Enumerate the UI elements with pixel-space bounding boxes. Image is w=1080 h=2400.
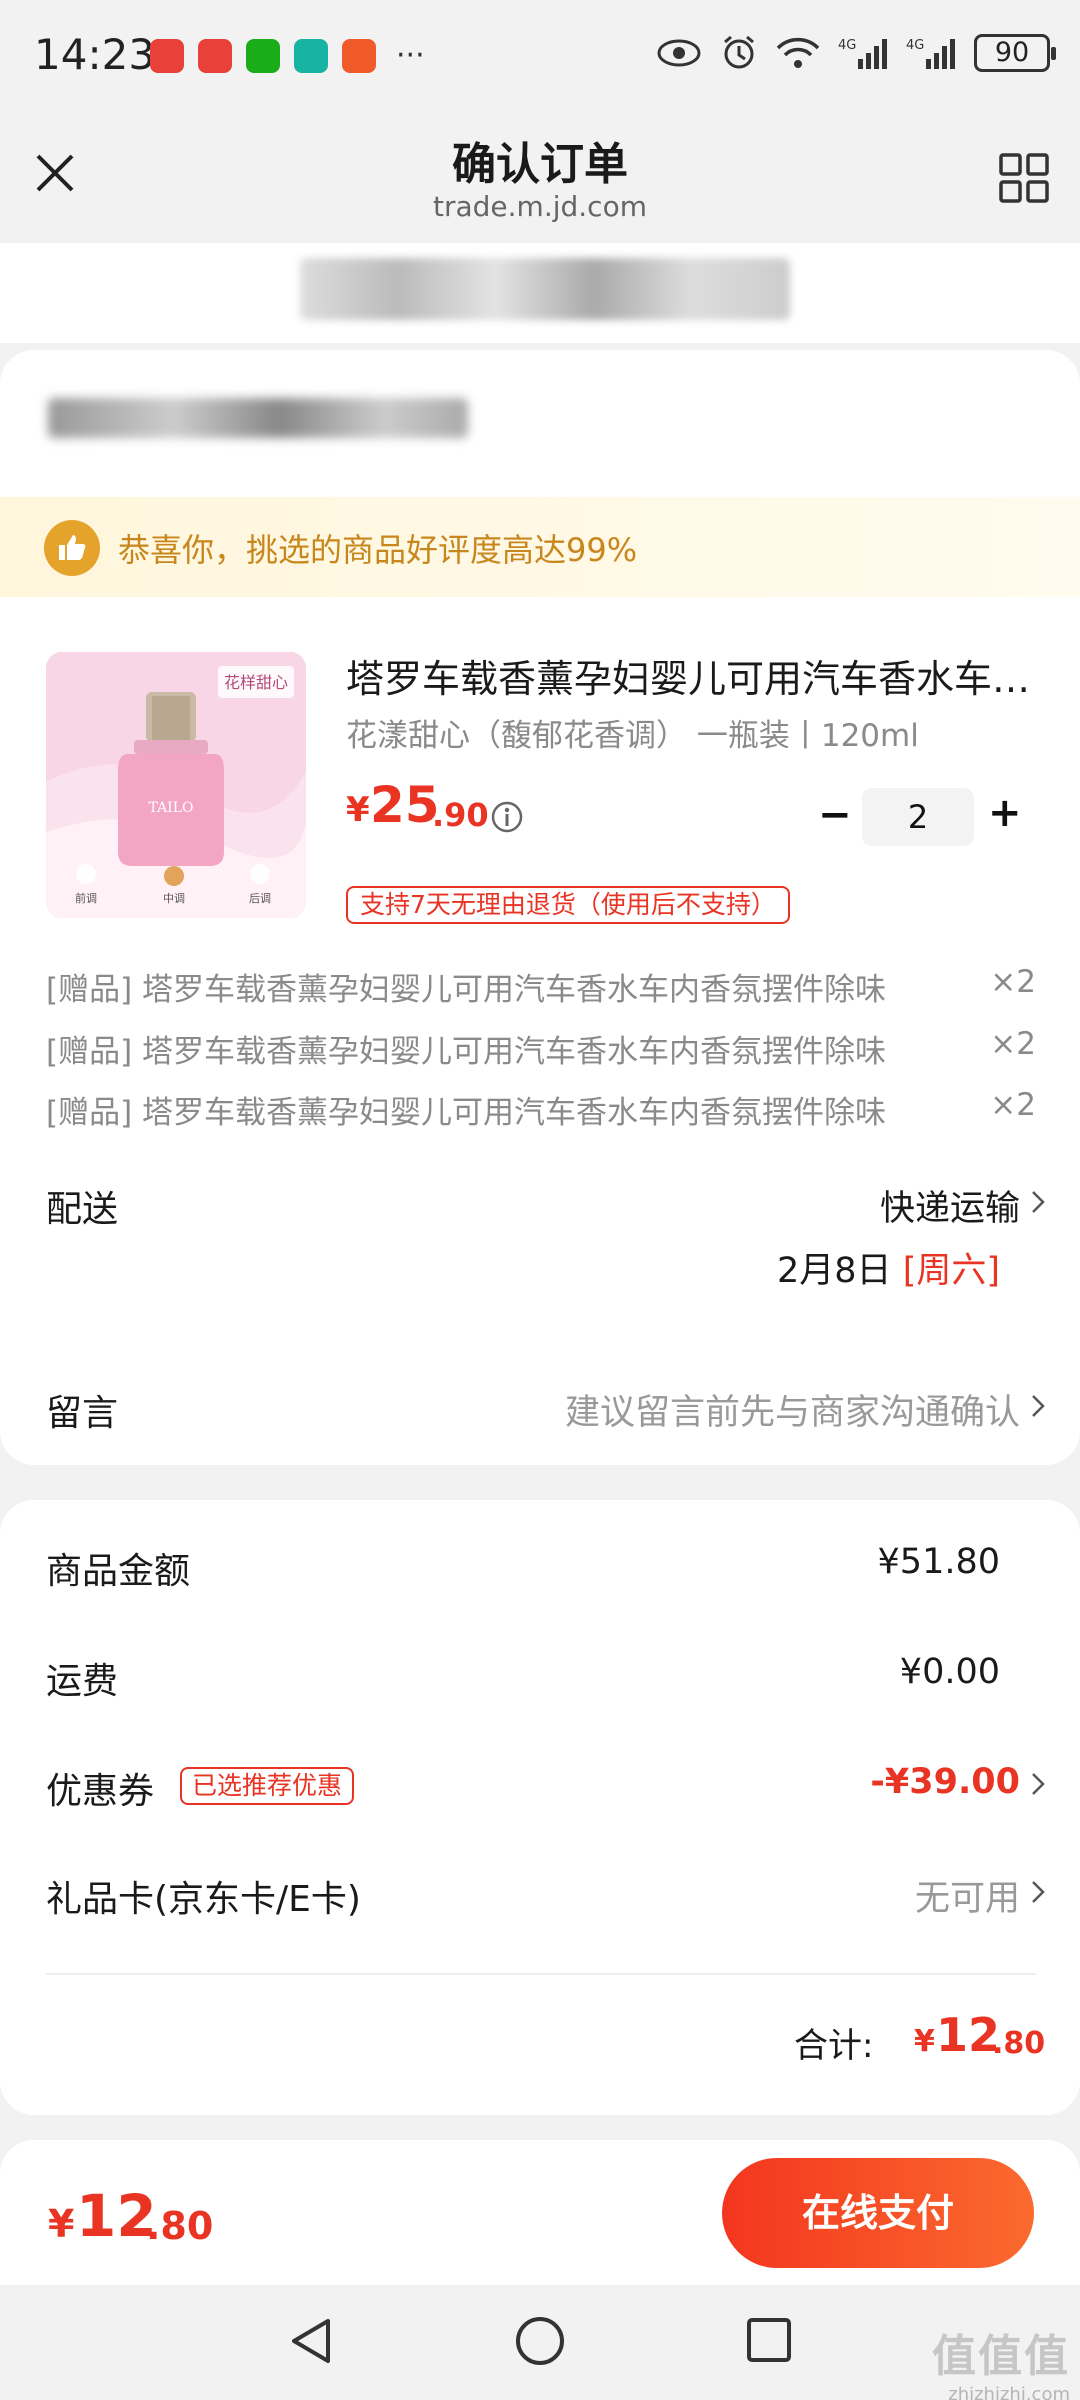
product-spec[interactable]: 花漾甜心（馥郁花香调） 一瓶装丨120ml — [346, 710, 919, 755]
recent-apps-icon[interactable] — [746, 2317, 792, 2363]
total-label: 合计: — [794, 2026, 874, 2066]
price-decimal: .90 — [432, 796, 489, 834]
gift-card-label: 礼品卡(京东卡/E卡) — [46, 1879, 361, 1920]
gift-item-qty: ×2 — [990, 1026, 1036, 1062]
gift-card-value[interactable]: 无可用 — [915, 1870, 1020, 1921]
mi-app-icon — [294, 38, 328, 73]
delivery-label: 配送 — [46, 1189, 119, 1230]
wechat-icon — [246, 38, 280, 73]
notification-app-icons: ··· — [150, 38, 425, 73]
divider — [46, 1973, 1036, 1975]
huawei-store-icon — [198, 38, 232, 73]
pay-bar: ¥ 12 .80 在线支付 — [0, 2140, 1080, 2285]
remark-label: 留言 — [46, 1393, 119, 1434]
promo-app-icon — [342, 38, 376, 73]
signal-4g-icon: 4G — [838, 38, 887, 69]
gift-item-qty: ×2 — [990, 1087, 1036, 1123]
delivery-date-text: 2月8日 — [777, 1251, 892, 1291]
shipping-fee-label: 运费 — [46, 1661, 119, 1702]
nav-bar: 确认订单 trade.m.jd.com — [0, 118, 1080, 243]
product-image[interactable]: 花样甜心 TAILO 前调 中调 后调 — [46, 652, 306, 918]
product-title[interactable]: 塔罗车载香薰孕妇婴儿可用汽车香水车内香氛摆件除味 — [346, 648, 1036, 703]
remark-input[interactable]: 建议留言前先与商家沟通确认 — [565, 1384, 1020, 1435]
chevron-right-icon[interactable] — [1030, 1770, 1046, 1798]
praise-banner: 恭喜你，挑选的商品好评度高达99% — [0, 497, 1080, 597]
wifi-icon — [776, 37, 820, 68]
svg-text:4G: 4G — [838, 38, 856, 53]
product-image-note-middle: 中调 — [163, 892, 185, 905]
gift-item-qty: ×2 — [990, 964, 1036, 1000]
price-symbol: ¥ — [346, 790, 370, 830]
thumbs-up-icon — [44, 520, 100, 576]
return-policy-badge: 支持7天无理由退货（使用后不支持） — [346, 886, 790, 924]
chevron-right-icon[interactable] — [1030, 1188, 1046, 1216]
pay-integer: 12 — [76, 2182, 157, 2250]
gift-item: [赠品] 塔罗车载香薰孕妇婴儿可用汽车香水车内香氛摆件除味 ×2 — [46, 964, 1036, 1008]
page-url: trade.m.jd.com — [433, 190, 647, 223]
watermark: 值值值 zhizhizhi.com — [932, 2320, 1070, 2400]
watermark-text: 值值值 — [932, 2331, 1070, 2382]
quantity-input[interactable]: 2 — [862, 788, 974, 846]
gift-item: [赠品] 塔罗车载香薰孕妇婴儿可用汽车香水车内香氛摆件除味 ×2 — [46, 1087, 1036, 1131]
product-image-note-base: 后调 — [249, 892, 271, 905]
pay-online-button[interactable]: 在线支付 — [722, 2158, 1034, 2268]
total-integer: 12 — [936, 2008, 1001, 2062]
quantity-minus-button[interactable]: − — [818, 795, 852, 835]
alarm-icon — [724, 35, 754, 69]
delivery-method[interactable]: 快递运输 — [880, 1180, 1020, 1231]
pay-symbol: ¥ — [48, 2202, 75, 2246]
delivery-date[interactable]: 2月8日 [周六] — [777, 1242, 1000, 1293]
home-icon[interactable] — [514, 2315, 566, 2367]
price-summary-card: 商品金额 ¥51.80 运费 ¥0.00 优惠券 已选推荐优惠 -¥39.00 … — [0, 1500, 1080, 2115]
back-icon[interactable] — [284, 2313, 340, 2369]
quantity-plus-button[interactable]: + — [988, 793, 1022, 833]
praise-text: 恭喜你，挑选的商品好评度高达99% — [118, 531, 638, 569]
battery-icon: 90 — [974, 34, 1056, 72]
svg-text:4G: 4G — [906, 38, 924, 53]
blurred-shop-name — [48, 398, 468, 438]
price-integer: 25 — [370, 776, 440, 834]
huawei-app-icon — [150, 38, 184, 73]
chevron-right-icon[interactable] — [1030, 1392, 1046, 1420]
signal-4g-icon-2: 4G — [906, 38, 955, 69]
coupon-label: 优惠券 — [46, 1771, 155, 1812]
status-bar: 14:23 ··· 4G 4G 90 — [0, 0, 1080, 118]
more-notifications-icon: ··· — [396, 38, 425, 73]
coupon-badge: 已选推荐优惠 — [180, 1767, 355, 1805]
system-icons: 4G 4G 90 — [656, 34, 1056, 72]
system-nav-bar — [0, 2285, 1080, 2400]
total-symbol: ¥ — [914, 2024, 935, 2059]
page-title: 确认订单 — [452, 139, 628, 190]
gift-item-text: [赠品] 塔罗车载香薰孕妇婴儿可用汽车香水车内香氛摆件除味 — [46, 972, 887, 1008]
eye-icon — [657, 39, 701, 67]
blurred-address — [300, 258, 790, 320]
grid-menu-icon[interactable] — [998, 152, 1050, 204]
order-card: 恭喜你，挑选的商品好评度高达99% 花样甜心 TAILO 前调 中调 后调 塔罗… — [0, 350, 1080, 1465]
gift-item: [赠品] 塔罗车载香薰孕妇婴儿可用汽车香水车内香氛摆件除味 ×2 — [46, 1026, 1036, 1070]
coupon-value[interactable]: -¥39.00 — [870, 1762, 1020, 1802]
product-image-badge: 花样甜心 — [224, 673, 288, 692]
total-decimal: .80 — [992, 2026, 1046, 2061]
info-icon[interactable] — [490, 800, 524, 834]
gift-item-text: [赠品] 塔罗车载香薰孕妇婴儿可用汽车香水车内香氛摆件除味 — [46, 1095, 887, 1131]
gift-item-text: [赠品] 塔罗车载香薰孕妇婴儿可用汽车香水车内香氛摆件除味 — [46, 1034, 887, 1070]
goods-amount-value: ¥51.80 — [877, 1542, 1000, 1582]
shipping-fee-value: ¥0.00 — [899, 1652, 1000, 1692]
delivery-weekday: [周六] — [902, 1251, 1000, 1291]
watermark-url: zhizhizhi.com — [948, 2384, 1070, 2400]
pay-decimal: .80 — [146, 2204, 214, 2248]
chevron-right-icon[interactable] — [1030, 1878, 1046, 1906]
product-image-note-top: 前调 — [75, 891, 97, 905]
product-image-brand: TAILO — [149, 800, 194, 816]
status-time: 14:23 — [34, 30, 156, 79]
goods-amount-label: 商品金额 — [46, 1551, 191, 1592]
